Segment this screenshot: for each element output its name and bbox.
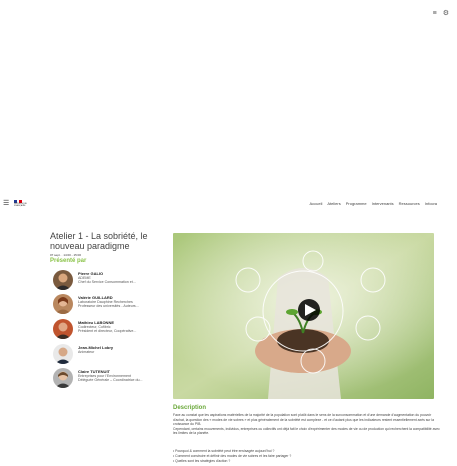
workshop-sidebar: Atelier 1 - La sobriété, le nouveau para… (50, 231, 165, 264)
description-text: Face au constat que les aspirations maté… (173, 413, 441, 436)
avatar (53, 294, 73, 314)
bullet-item: • Quelles sont les stratégies d'action ? (173, 458, 231, 463)
speaker-role-detail: Président et directeur, Coopérative... (78, 329, 137, 334)
video-thumbnail (173, 233, 434, 399)
speaker-role-detail: Déléguée Générale – Coordinatrice du... (78, 378, 143, 383)
nav-link-ressources[interactable]: Ressources (399, 201, 420, 206)
avatar (53, 344, 73, 364)
nav-link-infocra[interactable]: Infocra (425, 201, 437, 206)
description-paragraph: Face au constat que les aspirations maté… (173, 413, 435, 427)
speaker-role-detail: Professeur des universités - Auteurs... (78, 304, 139, 309)
speaker-role: Animateur (78, 350, 95, 354)
speaker-card[interactable]: Mathieu LABONNE Codirecteur, Cofibric Pr… (50, 319, 165, 343)
logo-label: RÉPUBLIQUE FRANÇAISE (14, 203, 27, 207)
page-title: Atelier 1 - La sobriété, le nouveau para… (50, 231, 148, 251)
speaker-card[interactable]: Valérie GUILLARD Laboratoire Dauphine Re… (50, 294, 165, 318)
nav-link-programme[interactable]: Programme (346, 201, 367, 206)
description-heading: Description (173, 405, 207, 411)
speaker-card[interactable]: Pierre GALIO ADEME Chef du Service Conso… (50, 270, 165, 294)
list-icon[interactable]: ≡ (433, 10, 437, 17)
top-right-toolbar: ≡ ⚙ (433, 10, 449, 17)
presented-by-heading: Présenté par (50, 258, 87, 264)
workshop-date: 07 sept. · 14:00 - 15:00 (50, 253, 82, 257)
avatar (53, 270, 73, 290)
settings-icon[interactable]: ⚙ (443, 10, 449, 17)
avatar (53, 368, 73, 388)
speaker-card[interactable]: Jean-Michel Lobry Animateur (50, 344, 165, 368)
hamburger-icon[interactable]: ☰ (3, 200, 9, 207)
nav-link-ateliers[interactable]: Ateliers (327, 201, 340, 206)
nav-link-accueil[interactable]: Accueil (309, 201, 322, 206)
description-bullets: • Pourquoi & comment la sobriété peut êt… (173, 449, 433, 463)
video-player[interactable] (173, 233, 434, 399)
navbar: ☰ RÉPUBLIQUE FRANÇAISE Accueil Ateliers … (0, 198, 457, 210)
nav-link-intervenants[interactable]: Intervenants (372, 201, 394, 206)
description-paragraph: Cependant, certains mouvements, individu… (173, 426, 440, 436)
avatar (53, 319, 73, 339)
speaker-card[interactable]: Claire TUTENUIT Entreprises pour l'Envir… (50, 368, 165, 392)
speaker-role-detail: Chef du Service Consommation et... (78, 280, 136, 285)
nav-links: Accueil Ateliers Programme Intervenants … (309, 201, 437, 206)
site-logo[interactable]: RÉPUBLIQUE FRANÇAISE (14, 198, 34, 209)
